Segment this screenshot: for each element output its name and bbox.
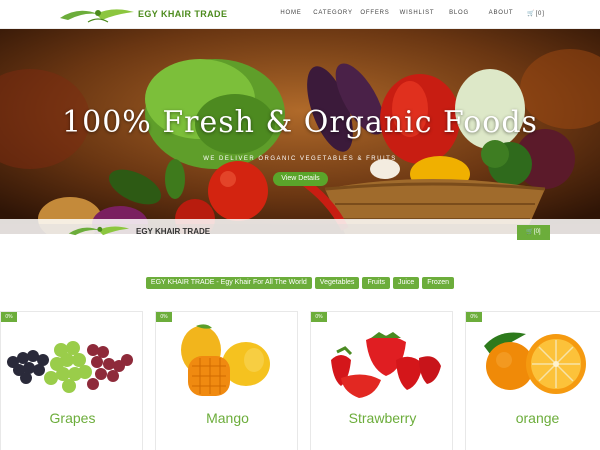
nav-about[interactable]: ABOUT [480,10,522,17]
sticky-logo-icon[interactable] [60,222,138,240]
product-grid: 0% Grapes 0% Mango 0% Strawberry 0% oran… [0,311,600,450]
top-header: EGY KHAIR TRADE HOME CATEGORY OFFERS WIS… [0,0,600,29]
product-name[interactable]: Strawberry [311,410,454,426]
product-card-orange[interactable]: 0% orange [465,311,600,450]
sticky-header: EGY KHAIR TRADE [0,219,600,243]
sticky-brand-name: EGY KHAIR TRADE [136,227,211,236]
nav-wishlist[interactable]: WISHLIST [396,10,438,17]
main-nav: HOME CATEGORY OFFERS WISHLIST BLOG ABOUT… [270,10,550,17]
hero-subtitle: WE DELIVER ORGANIC VEGETABLES & FRUITS [203,156,397,162]
site-logo[interactable]: EGY KHAIR TRADE [58,3,227,26]
product-card-mango[interactable]: 0% Mango [155,311,298,450]
strawberry-image [331,332,441,398]
cart-count: [0] [535,11,545,17]
cart-icon: 🛒 [527,11,536,17]
view-details-button[interactable]: View Details [273,172,328,186]
category-filters: EGY KHAIR TRADE - Egy Khair For All The … [0,277,600,289]
nav-category[interactable]: CATEGORY [312,10,354,17]
category-fruits[interactable]: Fruits [362,277,390,289]
grapes-image [7,341,133,393]
orange-image [484,332,586,394]
product-card-strawberry[interactable]: 0% Strawberry [310,311,453,450]
sticky-cart-count: [0] [533,229,541,235]
nav-blog[interactable]: BLOG [438,10,480,17]
cart-icon: 🛒 [526,229,534,235]
brand-name: EGY KHAIR TRADE [138,9,228,19]
nav-offers[interactable]: OFFERS [354,10,396,17]
cart-link[interactable]: 🛒[0] [522,10,550,17]
category-vegetables[interactable]: Vegetables [314,277,360,289]
nav-home[interactable]: HOME [270,10,312,17]
category-frozen[interactable]: Frozen [422,277,455,289]
hero-banner: 100% Fresh & Organic Foods WE DELIVER OR… [0,29,600,234]
product-name[interactable]: Mango [156,410,299,426]
category-all[interactable]: EGY KHAIR TRADE - Egy Khair For All The … [145,277,312,289]
product-card-grapes[interactable]: 0% Grapes [0,311,143,450]
hero-title: 100% Fresh & Organic Foods [62,105,538,140]
product-name[interactable]: orange [466,410,600,426]
product-name[interactable]: Grapes [1,410,144,426]
mango-image [181,324,270,396]
logo-leaf-icon [60,8,134,23]
sticky-cart-button[interactable]: 🛒[0] [517,225,550,240]
category-juice[interactable]: Juice [392,277,420,289]
